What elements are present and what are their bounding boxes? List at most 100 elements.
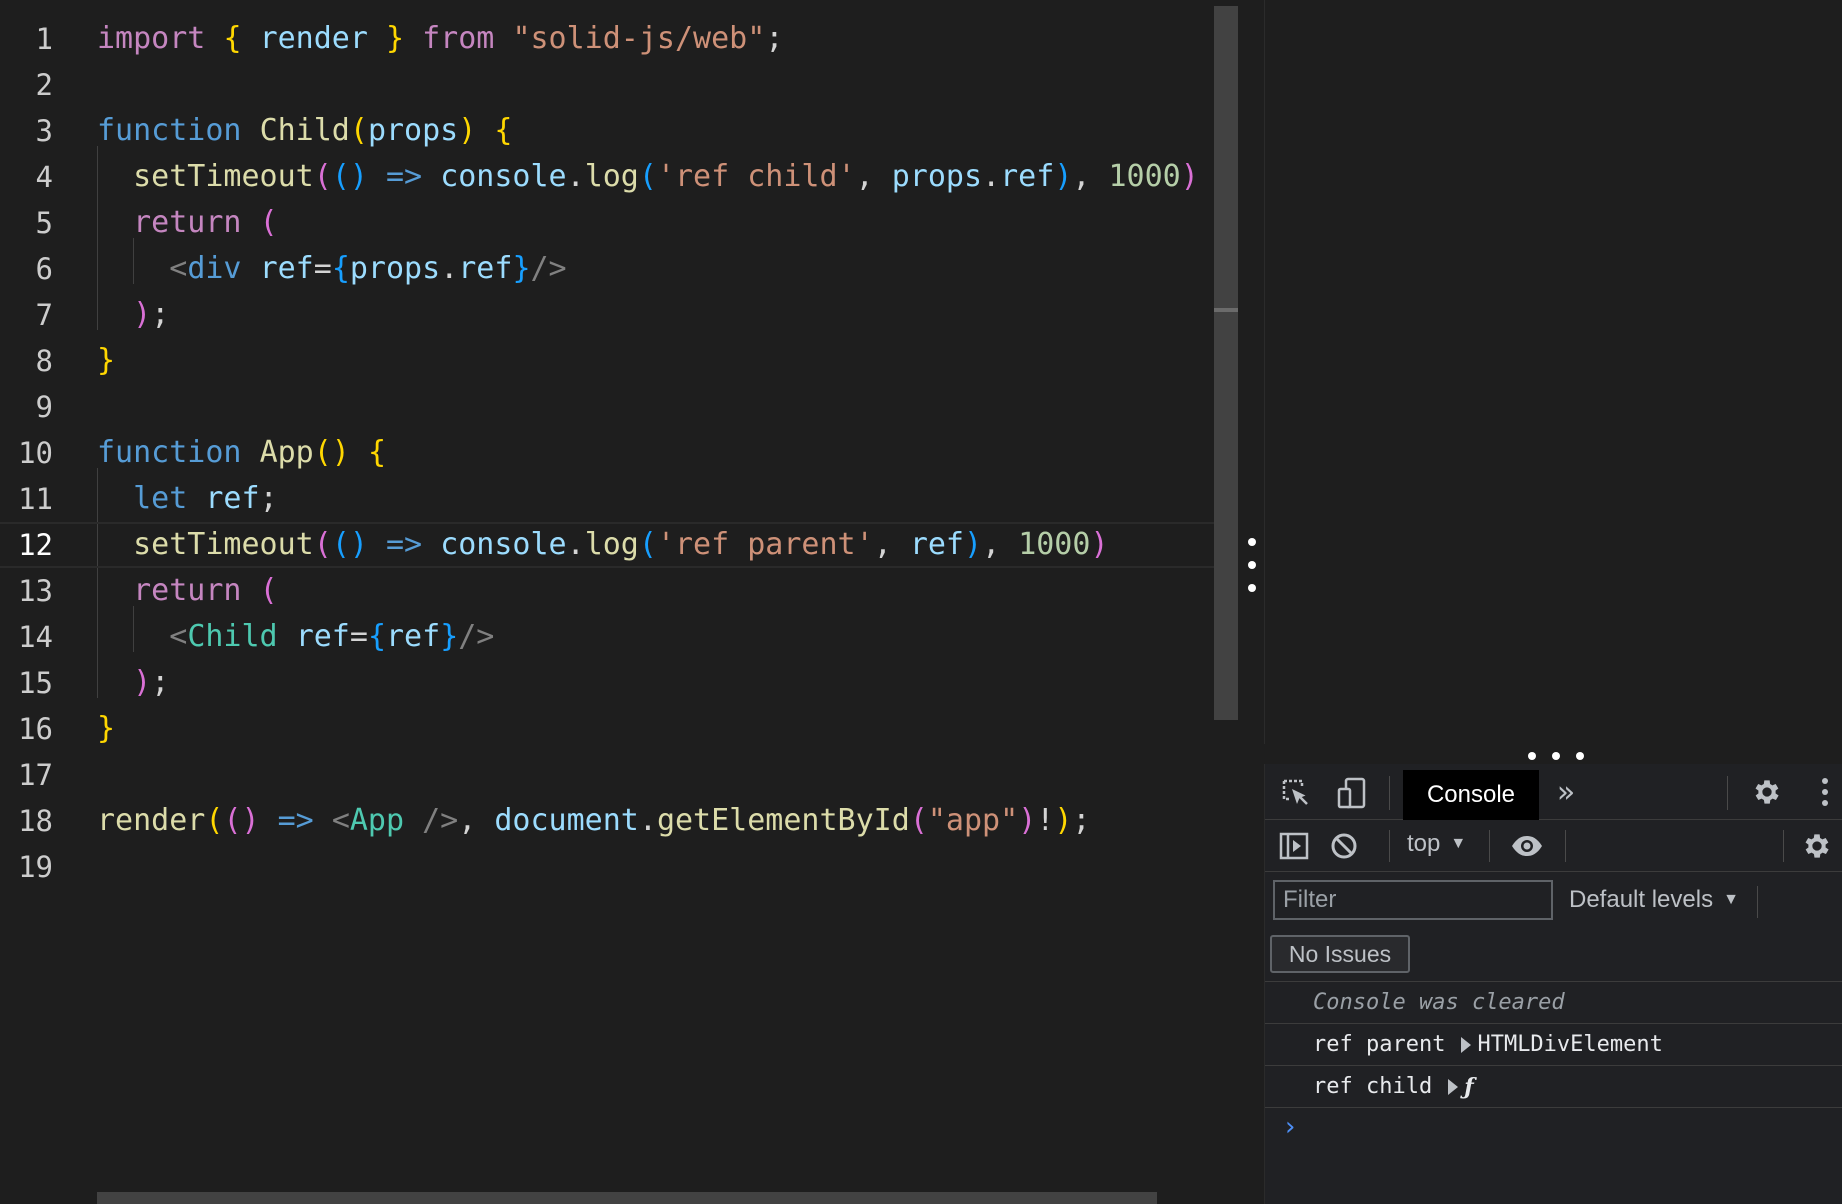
kebab-menu-icon[interactable]	[1813, 774, 1837, 810]
code-line[interactable]: }	[97, 706, 1218, 752]
code-token: !	[1036, 803, 1055, 838]
code-token: }	[97, 343, 116, 378]
expand-triangle-icon[interactable]	[1448, 1078, 1459, 1095]
code-token: 1000	[1018, 527, 1091, 562]
code-token: )	[1180, 159, 1199, 194]
line-number: 2	[35, 68, 53, 102]
line-number: 6	[35, 252, 53, 286]
console-function-value[interactable]: ƒ	[1464, 1074, 1473, 1100]
code-line[interactable]: );	[97, 292, 1218, 338]
expand-triangle-icon[interactable]	[1461, 1036, 1472, 1053]
code-token: }	[512, 251, 531, 286]
code-token: ,	[873, 527, 910, 562]
code-line[interactable]: setTimeout(() => console.log('ref parent…	[0, 522, 1238, 568]
code-token: let	[133, 481, 206, 516]
code-token: {	[223, 21, 260, 56]
code-token: ;	[151, 297, 170, 332]
filter-input[interactable]	[1273, 880, 1553, 920]
inspect-element-icon[interactable]	[1279, 776, 1313, 810]
code-line[interactable]: );	[97, 660, 1218, 706]
code-token: (	[259, 573, 278, 608]
show-sidebar-icon[interactable]	[1277, 829, 1311, 863]
code-line[interactable]: function App() {	[97, 430, 1218, 476]
code-token: props	[349, 251, 441, 286]
code-token: )	[964, 527, 983, 562]
code-line[interactable]: setTimeout(() => console.log('ref child'…	[97, 154, 1218, 200]
code-line[interactable]: <div ref={props.ref}/>	[97, 246, 1218, 292]
code-token: {	[367, 435, 386, 470]
code-line[interactable]: let ref;	[97, 476, 1218, 522]
log-levels-dropdown[interactable]: Default levels ▼	[1569, 886, 1739, 914]
console-prompt-icon[interactable]: ›	[1285, 1112, 1295, 1142]
code-line[interactable]: import { render } from "solid-js/web";	[97, 16, 1218, 62]
code-token: App	[349, 803, 405, 838]
code-token: .	[638, 803, 657, 838]
code-token: (	[313, 527, 332, 562]
code-token: )	[1054, 803, 1073, 838]
code-line[interactable]: return (	[97, 568, 1218, 614]
divider	[1757, 886, 1758, 918]
divider	[1727, 776, 1728, 810]
code-line[interactable]: function Child(props) {	[97, 108, 1218, 154]
code-token: (	[349, 113, 368, 148]
devtools-tab-bar: Console »	[1265, 764, 1842, 820]
code-editor[interactable]: 1 2 3 4 5 6 7 8 9 10 11 12 13 14 15 16 17 18 19 import { r…	[0, 0, 1238, 1204]
code-token: ref	[259, 251, 314, 286]
settings-gear-icon[interactable]	[1749, 774, 1785, 810]
console-settings-gear-icon[interactable]	[1799, 828, 1835, 864]
code-token: (	[638, 159, 657, 194]
vertical-splitter-handle-icon[interactable]	[1248, 538, 1256, 607]
code-token: <	[169, 619, 188, 654]
code-line[interactable]	[97, 384, 1218, 430]
code-token: =>	[386, 527, 423, 562]
clear-console-icon[interactable]	[1327, 829, 1361, 863]
code-token: }	[440, 619, 459, 654]
divider	[1489, 830, 1490, 862]
code-token: ;	[1072, 803, 1091, 838]
code-token: <	[169, 251, 188, 286]
console-toolbar: top ▼	[1265, 820, 1842, 872]
code-token: )	[1090, 527, 1109, 562]
code-token: .	[566, 159, 585, 194]
code-token: ()	[313, 435, 350, 470]
code-token: 1000	[1108, 159, 1181, 194]
code-token: render	[259, 21, 368, 56]
code-line[interactable]: <Child ref={ref}/>	[97, 614, 1218, 660]
code-token: ref	[909, 527, 964, 562]
horizontal-splitter-handle-icon[interactable]	[1528, 752, 1584, 760]
code-line[interactable]	[97, 844, 1218, 890]
live-expression-eye-icon[interactable]	[1507, 829, 1547, 863]
more-tabs-icon[interactable]: »	[1551, 774, 1581, 810]
code-token: .	[566, 527, 585, 562]
code-token: Child	[259, 113, 350, 148]
issues-label: No Issues	[1288, 940, 1392, 967]
code-line[interactable]	[97, 752, 1218, 798]
code-line[interactable]: }	[97, 338, 1218, 384]
vertical-scrollbar[interactable]	[1214, 6, 1238, 720]
console-message: ref parent HTMLDivElement	[1265, 1024, 1842, 1066]
issues-button[interactable]: No Issues	[1270, 935, 1410, 973]
device-toolbar-icon[interactable]	[1335, 776, 1369, 810]
divider	[1565, 830, 1566, 862]
code-line[interactable]: return (	[97, 200, 1218, 246]
console-message-text: ref parent	[1313, 1032, 1446, 1057]
code-line[interactable]: render(() => <App />, document.getElemen…	[97, 798, 1218, 844]
code-token: ;	[151, 665, 170, 700]
console-object-value[interactable]: HTMLDivElement	[1477, 1032, 1662, 1057]
code-token: =>	[277, 803, 314, 838]
code-token: />	[422, 803, 459, 838]
tab-console[interactable]: Console	[1403, 770, 1539, 820]
code-token: "solid-js/web"	[512, 21, 766, 56]
horizontal-scrollbar[interactable]	[97, 1192, 1157, 1204]
code-lines[interactable]: import { render } from "solid-js/web"; fu…	[0, 16, 1238, 890]
code-line[interactable]	[97, 62, 1218, 108]
context-selector[interactable]: top ▼	[1407, 830, 1466, 858]
